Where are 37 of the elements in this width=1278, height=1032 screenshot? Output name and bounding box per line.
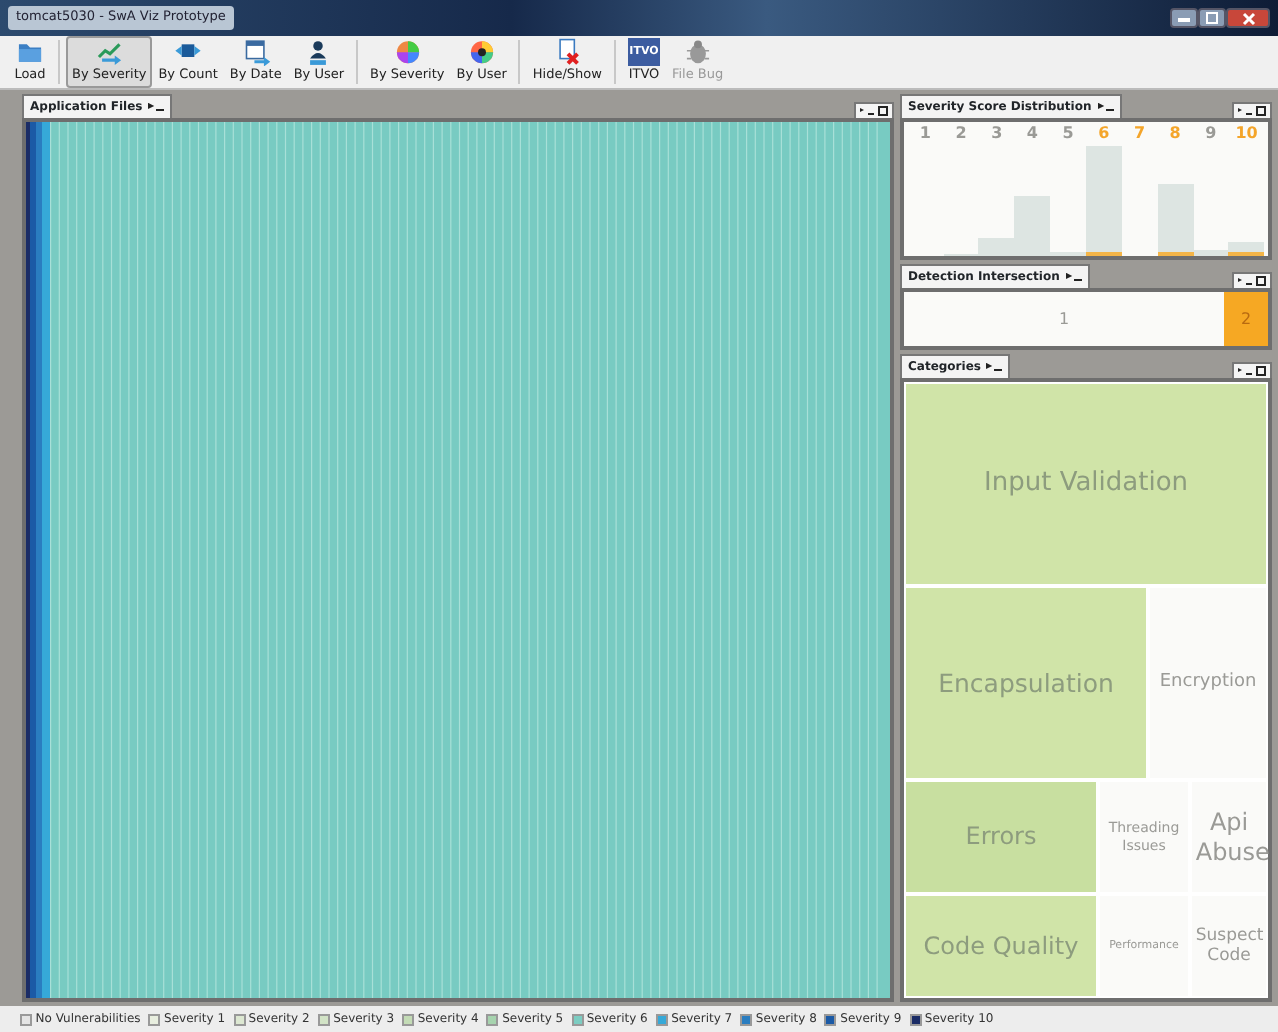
bug-icon [681,38,714,67]
maximize-icon [1206,12,1218,24]
score-label[interactable]: 5 [1050,122,1086,146]
color-wheel-icon [391,38,424,67]
category-tile[interactable]: Encapsulation [904,586,1148,780]
score-label[interactable]: 2 [943,122,979,146]
intersection-cell[interactable]: 1 [904,292,1224,346]
color-wheel-icon [465,38,498,67]
chart-arrow-icon [93,38,126,67]
panel-controls[interactable] [1232,362,1272,378]
pin-minimize-icon [1065,268,1082,286]
minimize-button[interactable] [1170,8,1198,28]
score-label[interactable]: 4 [1014,122,1051,146]
minimize-icon [1178,15,1190,21]
intersection-cell[interactable]: 2 [1224,292,1268,346]
score-label[interactable]: 8 [1157,122,1193,146]
panel-controls[interactable] [1232,102,1272,118]
score-label[interactable]: 6 [1085,122,1122,146]
folder-icon [14,38,46,67]
score-label[interactable]: 7 [1121,122,1158,146]
pin-minimize-icon [986,358,1003,376]
score-label[interactable]: 1 [907,122,944,146]
category-tile[interactable]: Encryption [1148,586,1269,780]
maximize-button[interactable] [1198,8,1226,28]
close-icon [1241,11,1255,25]
score-label[interactable]: 3 [978,122,1015,146]
close-button[interactable] [1226,8,1270,28]
score-label[interactable]: 10 [1228,122,1265,146]
category-tile[interactable]: Code Quality [904,894,1098,998]
panel-controls[interactable] [854,102,894,118]
panel-controls[interactable] [1232,272,1272,288]
category-tile[interactable]: Input Validation [904,382,1269,586]
pin-minimize-icon [148,98,165,116]
category-tile[interactable]: Errors [904,780,1098,894]
score-label[interactable]: 9 [1193,122,1229,146]
category-tile[interactable]: Suspect Code [1190,894,1269,998]
pin-minimize-icon [1097,98,1114,116]
